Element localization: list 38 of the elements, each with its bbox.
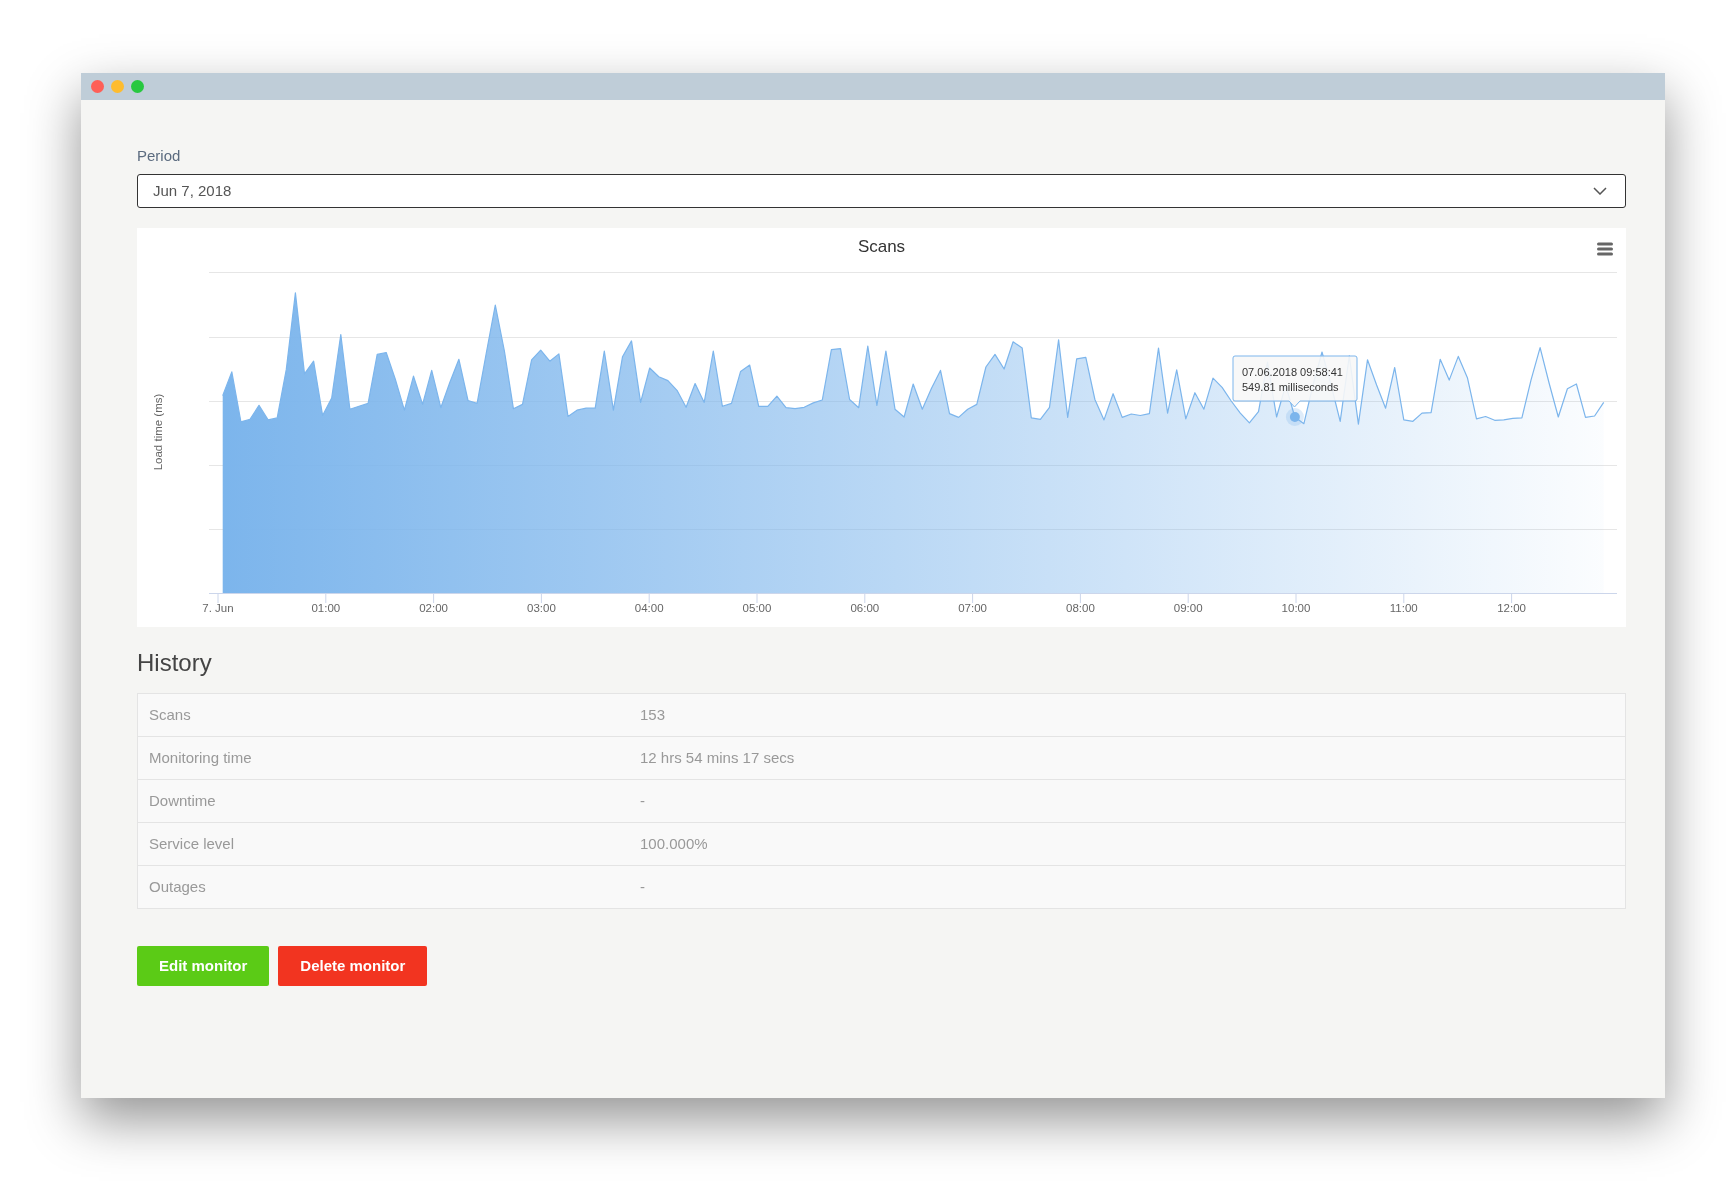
x-axis-label: 12:00 xyxy=(1497,602,1526,614)
edit-button[interactable]: Edit monitor xyxy=(137,946,270,986)
row-value: - xyxy=(640,876,645,897)
point-marker-icon xyxy=(1285,408,1304,426)
x-axis-label: 09:00 xyxy=(1173,602,1203,614)
section-heading: History xyxy=(137,648,212,678)
row-value: 153 xyxy=(640,704,666,725)
tooltip-time: 07.06.2018 09:58:41 xyxy=(1242,366,1343,378)
row-label: Scans xyxy=(149,706,191,723)
x-axis-label: 7. Jun xyxy=(202,602,234,614)
x-axis-label: 04:00 xyxy=(634,602,664,614)
period-select[interactable]: Jun 7, 2018 xyxy=(137,174,1626,208)
y-axis-title: Load time (ms) xyxy=(152,393,164,471)
window-close-icon[interactable] xyxy=(91,80,104,93)
x-axis-label: 07:00 xyxy=(958,602,987,614)
delete-button[interactable]: Delete monitor xyxy=(278,946,428,986)
chevron-down-icon xyxy=(1593,187,1607,195)
x-axis-label: 10:00 xyxy=(1281,602,1311,614)
row-label: Monitoring time xyxy=(149,749,252,766)
x-axis-label: 02:00 xyxy=(419,602,448,614)
chart-title: Scans xyxy=(857,237,906,256)
x-axis-label: 03:00 xyxy=(527,602,556,614)
row-value: 100.000% xyxy=(640,833,708,854)
x-axis-label: 08:00 xyxy=(1066,602,1095,614)
row-label: Downtime xyxy=(149,792,216,809)
row-label: Outages xyxy=(149,878,206,895)
menu-icon[interactable] xyxy=(1597,242,1613,256)
x-axis-label: 01:00 xyxy=(311,602,341,614)
row-value: 12 hrs 54 mins 17 secs xyxy=(640,747,795,768)
tooltip-value: 549.81 milliseconds xyxy=(1242,381,1339,393)
x-axis-label: 06:00 xyxy=(850,602,880,614)
row-label: Service level xyxy=(149,835,235,852)
row-value: - xyxy=(640,790,645,811)
period-label: Period xyxy=(137,147,181,165)
x-axis-label: 11:00 xyxy=(1389,602,1418,614)
window-minimize-icon[interactable] xyxy=(111,80,124,93)
window-maximize-icon[interactable] xyxy=(131,80,144,93)
x-axis-label: 05:00 xyxy=(742,602,772,614)
